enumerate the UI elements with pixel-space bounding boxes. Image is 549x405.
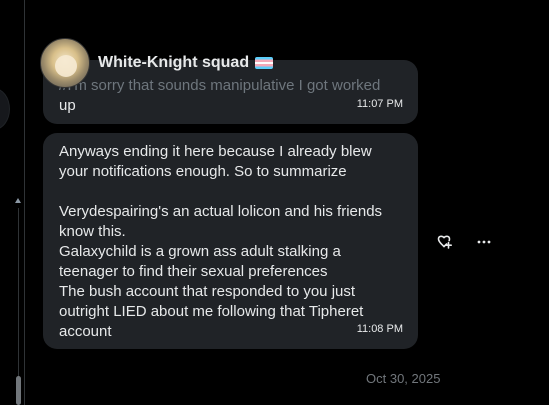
- dm-conversation: //I'm sorry that sounds manipulative I g…: [0, 0, 549, 405]
- message-text-line: outright LIED about me following that Ti…: [59, 303, 364, 320]
- left-pane: [0, 0, 24, 405]
- message-actions: [434, 232, 494, 252]
- message-text-line: Anyways ending it here because I already…: [59, 143, 372, 160]
- scroll-up-icon[interactable]: [15, 198, 21, 203]
- message-text-line: [59, 182, 402, 202]
- message-text-line: The bush account that responded to you j…: [59, 283, 356, 300]
- message-text-line: up: [59, 97, 76, 114]
- avatar[interactable]: [40, 38, 90, 88]
- trans-flag-icon: [255, 57, 274, 69]
- compose-button[interactable]: [0, 88, 10, 130]
- conversation-name: White-Knight squad: [98, 54, 250, 71]
- scrollbar-thumb[interactable]: [16, 376, 21, 405]
- message-text-line: teenager to find their sexual preference…: [59, 263, 328, 280]
- message-timestamp: 11:08 PM: [356, 323, 403, 335]
- message-bubble[interactable]: Anyways ending it here because I already…: [43, 133, 418, 349]
- message-timestamp: 11:07 PM: [356, 98, 403, 110]
- date-separator: Oct 30, 2025: [366, 371, 441, 386]
- message-text-line: Verydespairing's an actual lolicon and h…: [59, 203, 383, 220]
- add-reaction-icon[interactable]: [434, 232, 454, 252]
- more-options-icon[interactable]: [474, 232, 494, 252]
- conversation-title: White-Knight squad: [98, 54, 274, 72]
- conversation-header[interactable]: White-Knight squad: [40, 38, 274, 88]
- message-text-line: Galaxychild is a grown ass adult stalkin…: [59, 243, 341, 260]
- pane-divider: [24, 0, 25, 405]
- message-text-line: your notifications enough. So to summari…: [59, 163, 347, 180]
- message-text-line: account: [59, 323, 112, 340]
- message-text-line: know this.: [59, 223, 126, 240]
